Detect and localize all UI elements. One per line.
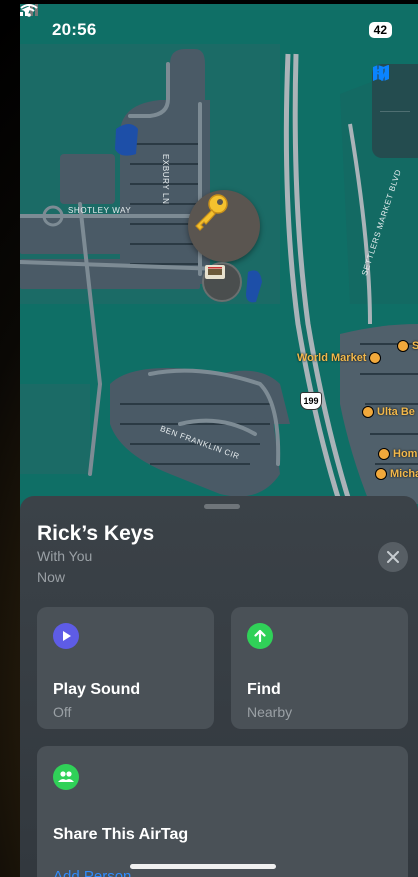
poi-icon (397, 340, 409, 352)
item-name: Rick’s Keys (37, 522, 155, 545)
poi-world-market[interactable]: World Market (297, 352, 382, 364)
wallet-icon (205, 265, 225, 279)
poi-icon (378, 448, 390, 460)
route-shield: 199 (300, 392, 322, 410)
poi-michaels[interactable]: Micha (375, 468, 418, 480)
play-icon (63, 631, 71, 641)
item-timestamp: Now (37, 569, 66, 585)
poi-icon (369, 352, 382, 364)
play-icon-circle (53, 623, 79, 649)
street-label: EXBURY LN (161, 154, 170, 205)
keys-map-pin[interactable] (188, 190, 260, 262)
wifi-icon (20, 4, 38, 17)
arrow-up-icon (254, 629, 266, 643)
find-status: Nearby (247, 704, 293, 720)
controls-divider (380, 110, 410, 112)
play-sound-label: Play Sound (53, 681, 141, 698)
item-detail-sheet: Rick’s Keys With You Now Play Sound Off … (20, 496, 418, 877)
key-icon (195, 194, 228, 231)
status-bar: 20:56 42 (20, 4, 418, 56)
map-controls (372, 64, 418, 158)
item-location: With You (37, 548, 93, 564)
poi-ulta[interactable]: Ulta Be (362, 406, 415, 418)
track-location-button[interactable] (372, 64, 390, 82)
close-button[interactable] (378, 542, 408, 572)
find-label: Find (247, 681, 281, 698)
poi-home[interactable]: Hom (378, 448, 417, 460)
phone-screen: 20:56 42 SHOTLEY WAY EXBURY LN SETTLERS … (20, 4, 418, 877)
find-nearby-button[interactable]: Find Nearby (231, 607, 408, 729)
play-sound-status: Off (53, 704, 72, 720)
battery-indicator: 42 (368, 22, 392, 38)
share-airtag-card: Share This AirTag Add Person (37, 746, 408, 877)
share-label: Share This AirTag (53, 826, 189, 843)
poi-icon (362, 406, 374, 418)
close-icon (387, 551, 399, 563)
status-indicators: 42 (20, 4, 392, 38)
find-icon-circle (247, 623, 273, 649)
map-view[interactable]: 20:56 42 SHOTLEY WAY EXBURY LN SETTLERS … (20, 4, 418, 504)
add-person-link[interactable]: Add Person (53, 868, 131, 877)
poi-icon (375, 468, 387, 480)
poi-s[interactable]: S (397, 340, 418, 352)
sheet-grabber[interactable] (204, 504, 240, 509)
people-icon (58, 771, 74, 782)
status-time: 20:56 (21, 5, 96, 40)
play-sound-button[interactable]: Play Sound Off (37, 607, 214, 729)
home-indicator[interactable] (130, 864, 276, 869)
wallet-map-pin[interactable] (202, 262, 242, 302)
share-icon-circle (53, 764, 79, 790)
street-label: SHOTLEY WAY (68, 206, 132, 215)
